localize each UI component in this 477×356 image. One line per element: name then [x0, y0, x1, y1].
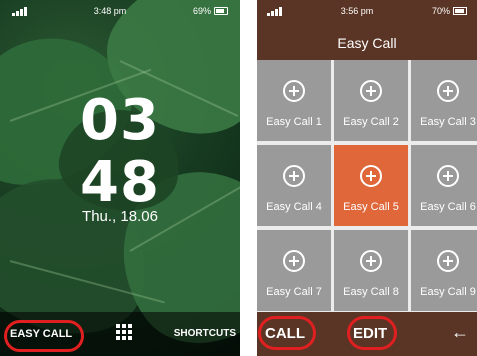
- battery-level: 70%: [431, 6, 450, 16]
- easy-call-tile-8[interactable]: Easy Call 8: [334, 230, 408, 311]
- clock-hour: 03: [80, 88, 160, 153]
- add-circle-icon: [437, 250, 459, 272]
- tile-label: Easy Call 1: [266, 116, 322, 128]
- back-arrow-icon[interactable]: ←: [451, 322, 469, 343]
- tile-label: Easy Call 5: [343, 201, 399, 213]
- battery-level: 69%: [192, 6, 211, 16]
- easy-call-softkey[interactable]: EASY CALL: [10, 328, 72, 340]
- tile-label: Easy Call 2: [343, 116, 399, 128]
- battery-icon: [213, 7, 228, 15]
- tile-label: Easy Call 3: [420, 116, 476, 128]
- add-circle-icon: [283, 80, 305, 102]
- easy-call-tile-1[interactable]: Easy Call 1: [257, 60, 331, 141]
- add-circle-icon: [437, 80, 459, 102]
- tile-label: Easy Call 8: [343, 286, 399, 298]
- date-label: Thu., 18.06: [82, 208, 158, 225]
- signal-icon: [12, 6, 27, 16]
- page-title: Easy Call: [337, 35, 397, 51]
- signal-icon: [267, 6, 282, 16]
- easy-call-grid: Easy Call 1 Easy Call 2 Easy Call 3 Easy…: [257, 60, 477, 312]
- tile-label: Easy Call 7: [266, 286, 322, 298]
- easy-call-tile-2[interactable]: Easy Call 2: [334, 60, 408, 141]
- status-time: 3:56 pm: [340, 6, 374, 16]
- easy-call-tile-6[interactable]: Easy Call 6: [411, 145, 477, 226]
- shortcuts-softkey[interactable]: SHORTCUTS: [174, 328, 236, 339]
- add-circle-icon: [283, 250, 305, 272]
- softkey-bar: EASY CALL SHORTCUTS: [0, 312, 240, 356]
- easy-call-tile-3[interactable]: Easy Call 3: [411, 60, 477, 141]
- status-bar: 3:56 pm 70%: [257, 0, 477, 22]
- add-circle-icon: [437, 165, 459, 187]
- easy-call-tile-7[interactable]: Easy Call 7: [257, 230, 331, 311]
- battery-icon: [452, 7, 467, 15]
- easy-call-tile-4[interactable]: Easy Call 4: [257, 145, 331, 226]
- call-softkey[interactable]: CALL: [265, 325, 305, 342]
- easy-call-tile-9[interactable]: Easy Call 9: [411, 230, 477, 311]
- clock-minute: 48: [80, 150, 160, 215]
- lock-screen: 3:48 pm 69% 03 48 Thu., 18.06 EASY CALL …: [0, 0, 240, 356]
- status-bar: 3:48 pm 69%: [0, 0, 240, 22]
- easy-call-tile-5[interactable]: Easy Call 5: [334, 145, 408, 226]
- tile-label: Easy Call 6: [420, 201, 476, 213]
- add-circle-icon: [360, 80, 382, 102]
- easy-call-screen: 3:56 pm 70% Easy Call Easy Call 1 Easy C…: [257, 0, 477, 356]
- apps-grid-icon[interactable]: [116, 324, 132, 340]
- softkey-bar: CALL EDIT ←: [257, 312, 477, 356]
- add-circle-icon: [360, 250, 382, 272]
- edit-softkey[interactable]: EDIT: [353, 325, 387, 342]
- add-circle-icon: [360, 165, 382, 187]
- add-circle-icon: [283, 165, 305, 187]
- status-time: 3:48 pm: [93, 6, 127, 16]
- tile-label: Easy Call 4: [266, 201, 322, 213]
- tile-label: Easy Call 9: [420, 286, 476, 298]
